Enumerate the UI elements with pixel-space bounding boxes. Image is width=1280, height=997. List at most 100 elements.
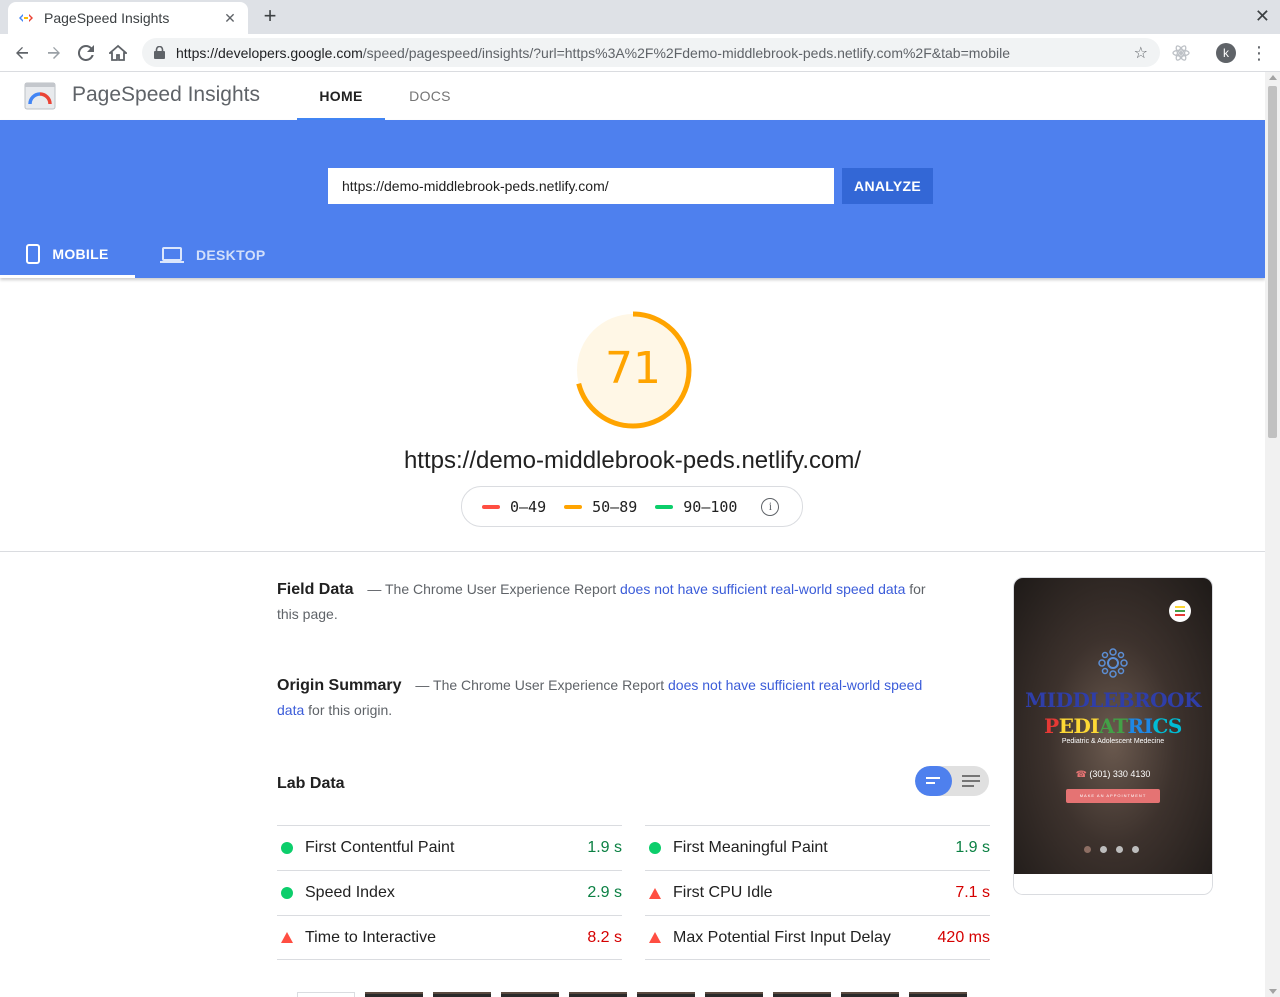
metric-label: First CPU Idle <box>673 884 773 901</box>
brand-letters-2: EDI <box>1058 714 1100 738</box>
lock-icon <box>154 46 168 60</box>
field-data-link[interactable]: does not have sufficient real-world spee… <box>620 581 905 597</box>
nav-tab-home[interactable]: HOME <box>297 72 385 120</box>
origin-summary-section: Origin Summary — The Chrome User Experie… <box>277 673 927 722</box>
metric-row: Max Potential First Input Delay 420 ms <box>645 915 990 960</box>
origin-summary-heading: Origin Summary <box>277 677 402 694</box>
filmstrip-frame <box>909 992 967 997</box>
window-close-icon[interactable]: ✕ <box>1255 6 1270 27</box>
clinic-emblem-icon <box>1098 648 1128 678</box>
page-content: PageSpeed Insights HOME DOCS ANALYZE MOB… <box>0 72 1265 997</box>
page-scrollbar[interactable] <box>1265 72 1280 997</box>
screenshot-brand-line1: MIDDLEBROOK <box>1025 688 1201 712</box>
back-icon[interactable] <box>10 41 34 65</box>
site-header: PageSpeed Insights HOME DOCS <box>0 72 1265 120</box>
lab-data-heading: Lab Data <box>277 775 345 792</box>
scroll-down-icon[interactable] <box>1269 989 1277 994</box>
info-icon[interactable]: i <box>761 497 780 516</box>
legend-average-bar <box>564 504 583 509</box>
pagespeed-favicon-icon <box>18 10 34 26</box>
screenshot-phone-number: (301) 330 4130 <box>1089 769 1151 779</box>
carousel-dot <box>1116 846 1123 853</box>
screenshot-image: MIDDLEBROOK PEDIATRICS Pediatric & Adole… <box>1014 578 1212 874</box>
metrics-right-column: First Meaningful Paint 1.9 s First CPU I… <box>645 825 990 960</box>
fail-triangle-shape <box>649 932 661 943</box>
legend-item-fail: 0–49 <box>482 498 546 516</box>
metrics-view-toggle[interactable] <box>915 766 989 796</box>
home-icon[interactable] <box>106 41 130 65</box>
brand-letters-5: CS <box>1152 714 1182 738</box>
reload-icon[interactable] <box>74 41 98 65</box>
legend-item-average: 50–89 <box>564 498 637 516</box>
pass-dot-icon <box>277 842 305 854</box>
nav-tab-docs[interactable]: DOCS <box>386 72 474 120</box>
profile-avatar[interactable]: k <box>1216 43 1236 63</box>
expanded-view-icon[interactable] <box>952 766 989 796</box>
tab-close-icon[interactable]: ✕ <box>222 10 238 27</box>
legend-item-pass: 90–100 <box>655 498 737 516</box>
scrollbar-thumb[interactable] <box>1268 86 1277 438</box>
brand-letters-3: AT <box>1099 714 1128 738</box>
site-title: PageSpeed Insights <box>72 83 260 106</box>
tested-url: https://demo-middlebrook-peds.netlify.co… <box>403 447 862 474</box>
url-input[interactable] <box>328 168 834 204</box>
filmstrip-frame <box>569 992 627 997</box>
brand-letters-1: P <box>1044 714 1059 738</box>
legend-fail-label: 0–49 <box>510 497 547 516</box>
carousel-dot <box>1100 846 1107 853</box>
metric-value: 7.1 s <box>955 884 990 901</box>
screenshot-phone: ☎ (301) 330 4130 <box>1014 769 1212 780</box>
bookmark-star-icon[interactable]: ☆ <box>1134 43 1148 63</box>
tab-mobile-label: MOBILE <box>52 245 109 262</box>
filmstrip-frame <box>773 992 831 997</box>
tab-mobile[interactable]: MOBILE <box>0 232 135 278</box>
address-host: https://developers.google.com <box>176 44 363 61</box>
metric-row: First CPU Idle 7.1 s <box>645 870 990 915</box>
legend-pass-bar <box>655 504 674 509</box>
browser-tab[interactable]: PageSpeed Insights ✕ <box>8 2 248 34</box>
pagespeed-logo-icon <box>24 82 56 110</box>
filmstrip-frame <box>501 992 559 997</box>
tab-desktop[interactable]: DESKTOP <box>160 232 266 278</box>
metric-row: Speed Index 2.9 s <box>277 870 622 915</box>
filmstrip-frame <box>297 992 355 997</box>
browser-toolbar: https://developers.google.com/speed/page… <box>0 34 1280 72</box>
metric-value: 2.9 s <box>587 884 622 901</box>
screenshot-cta: MAKE AN APPOINTMENT <box>1066 789 1160 803</box>
browser-tab-title: PageSpeed Insights <box>44 10 170 26</box>
new-tab-icon[interactable]: + <box>258 5 282 29</box>
brand-letters-4: RI <box>1127 714 1153 738</box>
carousel-dot <box>1132 846 1139 853</box>
hamburger-bar-1 <box>1175 606 1185 608</box>
legend-average-label: 50–89 <box>592 497 638 516</box>
hamburger-bar-3 <box>1175 614 1185 616</box>
fail-triangle-shape <box>649 887 661 899</box>
browser-menu-icon[interactable]: ⋮ <box>1250 42 1268 64</box>
browser-tabstrip: PageSpeed Insights ✕ + ✕ <box>0 0 1280 34</box>
legend-fail-bar <box>482 504 500 509</box>
tab-desktop-label: DESKTOP <box>196 247 266 263</box>
analyze-button[interactable]: ANALYZE <box>842 168 933 204</box>
carousel-dot <box>1084 846 1091 853</box>
metric-label: First Contentful Paint <box>305 839 455 856</box>
fail-triangle-shape <box>281 932 293 943</box>
phone-icon: ☎ <box>1075 769 1087 779</box>
carousel-dots <box>1084 846 1139 853</box>
field-data-section: Field Data — The Chrome User Experience … <box>277 577 927 626</box>
pass-dot-shape <box>281 842 293 854</box>
screenshot-footer <box>1014 874 1212 894</box>
forward-icon[interactable] <box>42 41 66 65</box>
metric-label: Max Potential First Input Delay <box>673 928 891 946</box>
metric-label: Speed Index <box>305 884 395 901</box>
metric-value: 420 ms <box>937 928 990 946</box>
screenshot-subtitle: Pediatric & Adolescent Medecine <box>1061 738 1165 745</box>
scroll-up-icon[interactable] <box>1269 75 1277 80</box>
smartphone-icon <box>26 243 41 264</box>
laptop-icon <box>160 247 184 263</box>
compact-view-icon[interactable] <box>915 766 952 796</box>
filmstrip-frame <box>841 992 899 997</box>
pass-dot-icon <box>277 887 305 899</box>
extension-icon[interactable] <box>1171 43 1191 63</box>
score-legend: 0–49 50–89 90–100 i <box>461 486 803 527</box>
address-bar[interactable]: https://developers.google.com/speed/page… <box>142 38 1160 67</box>
